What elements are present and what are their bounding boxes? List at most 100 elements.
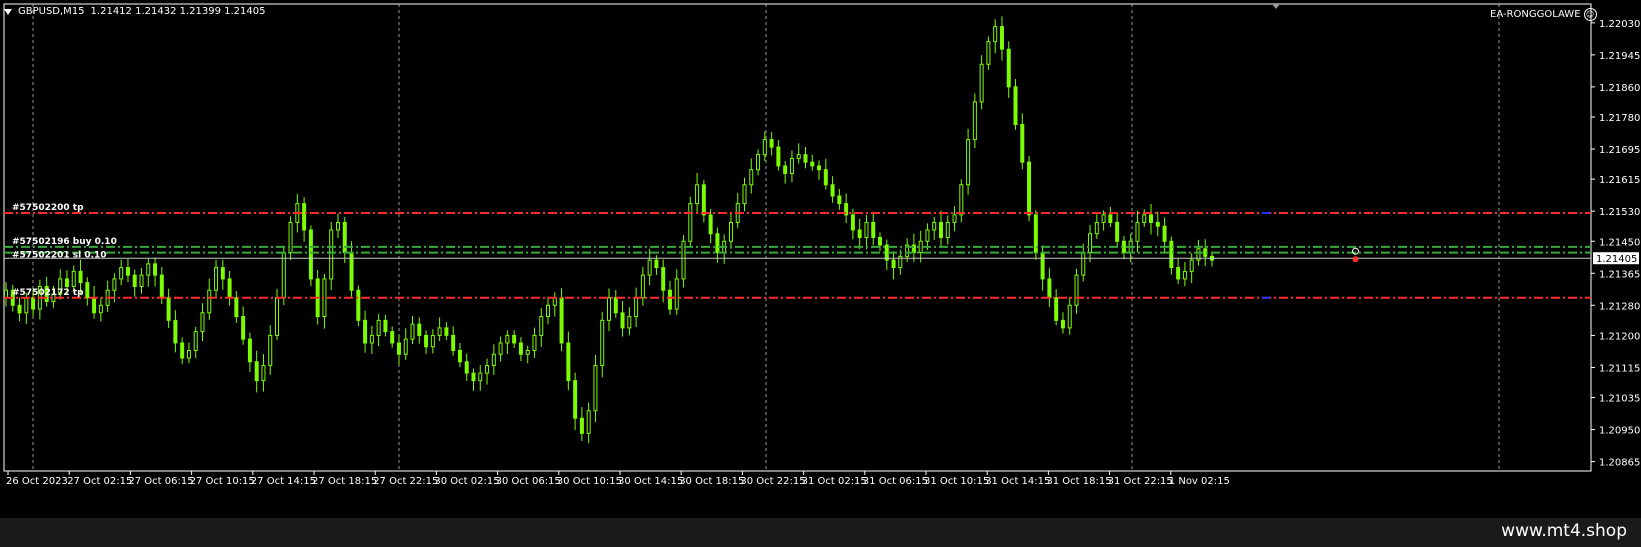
ea-markers: [1262, 4, 1360, 299]
candle-body: [31, 297, 36, 310]
y-tick-label: 1.21780: [1599, 113, 1640, 124]
candle-body: [288, 221, 293, 254]
ea-name: EA-RONGGOLAWE: [1490, 9, 1581, 20]
candle-body: [417, 323, 422, 336]
candle-body: [491, 353, 496, 367]
candle-body: [986, 41, 991, 65]
symbol-timeframe: GBPUSD,M15: [18, 6, 85, 17]
candle-body: [1013, 86, 1018, 126]
candle-body: [1060, 319, 1065, 329]
x-tick-label: 30 Oct 10:15: [557, 476, 622, 487]
candle-body: [505, 334, 510, 344]
candle-body: [830, 184, 835, 197]
y-tick-label: 1.22030: [1599, 19, 1640, 30]
candle-body: [539, 316, 544, 336]
candle-body: [1081, 252, 1086, 276]
candle-body: [627, 316, 632, 329]
candle-body: [566, 342, 571, 382]
candle-body: [1067, 304, 1072, 329]
candle-body: [180, 342, 185, 359]
candle-body: [1142, 214, 1147, 223]
candle-body: [444, 327, 449, 336]
candle-body: [186, 349, 191, 359]
candle-body: [1047, 278, 1052, 299]
candle-body: [471, 372, 476, 382]
candle-body: [857, 229, 862, 239]
candle-body: [708, 214, 713, 235]
candle-body: [153, 263, 158, 276]
candle-body: [403, 338, 408, 355]
candle-body: [654, 259, 659, 269]
candle-body: [146, 263, 151, 276]
candle-body: [749, 169, 754, 186]
x-tick-label: 30 Oct 02:15: [434, 476, 499, 487]
y-tick-label: 1.20865: [1599, 458, 1640, 469]
candle-body: [1101, 214, 1106, 223]
candle-body: [938, 221, 943, 239]
candle-body: [634, 297, 639, 318]
dropdown-triangle-icon[interactable]: [4, 8, 12, 15]
candle-body: [261, 365, 266, 382]
candle-body: [837, 195, 842, 205]
x-tick-label: 31 Oct 10:15: [924, 476, 989, 487]
candle-body: [518, 342, 523, 355]
candle-body: [661, 267, 666, 291]
candle-body: [715, 233, 720, 254]
candle-body: [1135, 221, 1140, 242]
candle-body: [932, 221, 937, 231]
candle-body: [166, 297, 171, 321]
candle-body: [952, 214, 957, 223]
candle-body: [810, 161, 815, 167]
candle-body: [308, 229, 313, 280]
candle-body: [139, 274, 144, 287]
candle-body: [1176, 267, 1181, 280]
y-tick-label: 1.21450: [1599, 237, 1640, 248]
brand-watermark: www.mt4.shop: [1501, 521, 1627, 541]
candle-body: [396, 342, 401, 355]
candles: [4, 16, 1214, 444]
candle-body: [241, 316, 246, 340]
candle-body: [335, 221, 340, 231]
order-end-marker: [1262, 212, 1270, 215]
candle-body: [1027, 161, 1032, 216]
candle-body: [674, 278, 679, 310]
candle-body: [464, 361, 469, 374]
candle-body: [607, 297, 611, 321]
price-chart[interactable]: #57502200 tp #57502196 buy 0.10 #57502201 …: [0, 0, 1641, 518]
x-tick-label: 31 Oct 02:15: [802, 476, 867, 487]
order-end-marker: [1262, 296, 1270, 299]
candle-body: [640, 274, 645, 299]
x-tick-label: 26 Oct 2023: [6, 476, 68, 487]
plot-frame: [3, 3, 1592, 472]
candle-body: [823, 169, 828, 186]
x-tick-label: 31 Oct 22:15: [1108, 476, 1173, 487]
x-tick-label: 31 Oct 06:15: [863, 476, 928, 487]
x-tick-label: 31 Oct 18:15: [1046, 476, 1111, 487]
candle-body: [918, 240, 923, 254]
candle-body: [864, 221, 869, 239]
candle-body: [1094, 221, 1099, 235]
y-tick-label: 1.21530: [1599, 207, 1640, 218]
candle-body: [383, 319, 388, 333]
candle-body: [586, 410, 591, 434]
ea-sell-marker: [1352, 256, 1359, 263]
candle-body: [573, 380, 578, 419]
candle-body: [1074, 274, 1079, 306]
current-price-label: 1.21405: [1596, 254, 1637, 265]
y-tick-label: 1.21200: [1599, 331, 1640, 342]
footer-bar: www.mt4.shop: [0, 518, 1641, 547]
candle-body: [4, 289, 8, 299]
x-tick-label: 30 Oct 22:15: [740, 476, 805, 487]
candle-body: [1054, 297, 1059, 321]
x-tick-label: 30 Oct 18:15: [679, 476, 744, 487]
candle-body: [329, 229, 334, 280]
x-tick-label: 27 Oct 22:15: [373, 476, 438, 487]
symbol-bar[interactable]: GBPUSD,M15 1.21412 1.21432 1.21399 1.214…: [4, 6, 266, 17]
price-axis: 1.22030 1.21945 1.21860 1.21780 1.21695 1.216…: [1591, 19, 1640, 469]
y-tick-label: 1.21115: [1599, 363, 1640, 374]
ea-label[interactable]: EA-RONGGOLAWE ☺: [1490, 8, 1597, 21]
candle-body: [1169, 240, 1174, 269]
candle-body: [247, 338, 252, 363]
candle-body: [850, 214, 855, 231]
candle-body: [132, 274, 137, 287]
